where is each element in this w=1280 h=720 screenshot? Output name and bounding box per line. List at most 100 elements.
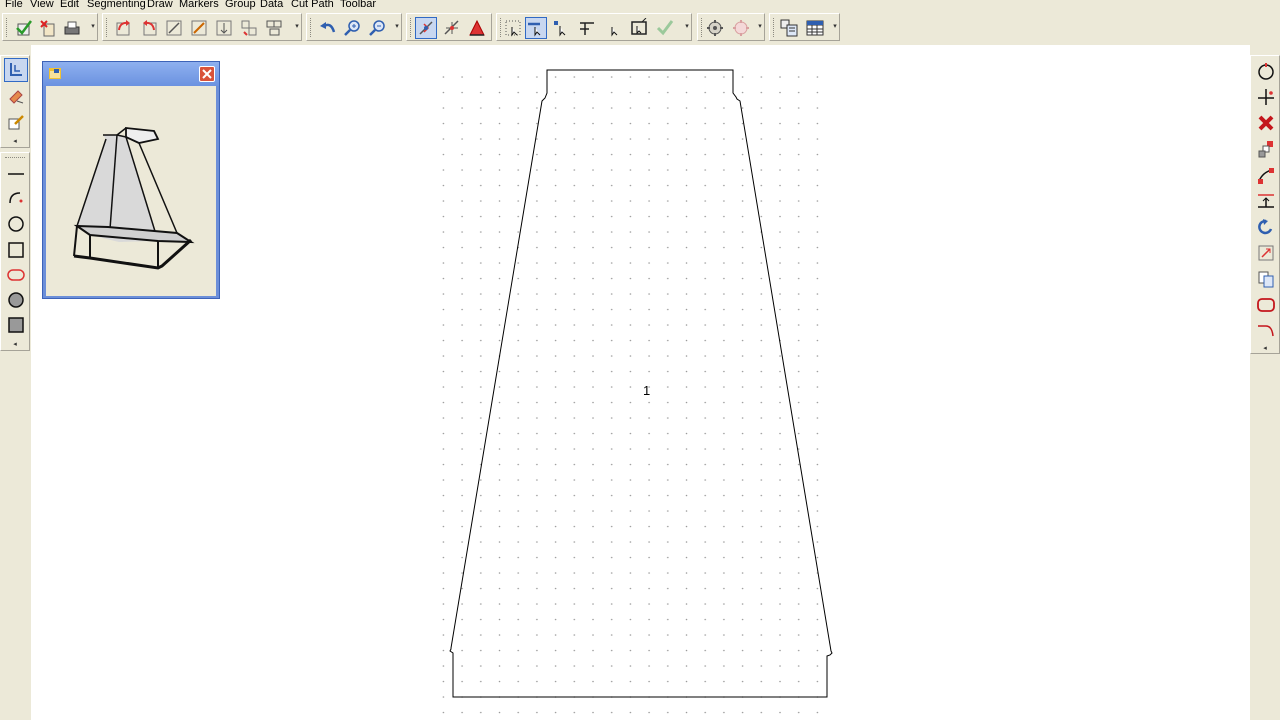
toolbar-overflow-chevron[interactable]: ◂	[1, 341, 29, 349]
toolbar-grip[interactable]	[6, 18, 9, 37]
align-button[interactable]	[213, 17, 235, 39]
toolbar-overflow-chevron[interactable]: ▾	[293, 16, 301, 38]
rectangle-tool-button[interactable]	[4, 238, 28, 262]
add-point-button[interactable]	[466, 17, 488, 39]
delete-button[interactable]	[1254, 111, 1278, 135]
select-node-button[interactable]	[551, 17, 573, 39]
3d-preview-model	[73, 126, 195, 270]
line-tool-button[interactable]	[4, 161, 28, 185]
rotate-button[interactable]	[1254, 215, 1278, 239]
piece-number-label: 1	[643, 383, 651, 398]
toolbar-overflow-chevron[interactable]: ▾	[89, 16, 97, 38]
crosshair-icon	[1258, 89, 1274, 105]
align-top-button[interactable]	[1254, 189, 1278, 213]
zoom-in-button[interactable]	[342, 17, 364, 39]
move-point-button[interactable]	[441, 17, 463, 39]
toolbar-overflow-chevron[interactable]: ▾	[683, 16, 691, 38]
circle-tool-button[interactable]	[4, 212, 28, 236]
round-rect-button[interactable]	[1254, 293, 1278, 317]
resize-icon	[1258, 245, 1274, 261]
scale-button[interactable]	[163, 17, 185, 39]
add-point-icon	[469, 19, 485, 36]
settings-disabled-button[interactable]	[730, 17, 752, 39]
select-point-button[interactable]	[415, 17, 437, 39]
curve-edit-button[interactable]	[1254, 163, 1278, 187]
settings-disabled-icon	[733, 20, 749, 36]
line-corner-button[interactable]	[1254, 319, 1278, 343]
save-check-button[interactable]	[13, 17, 35, 39]
rounded-rect-tool-button[interactable]	[4, 263, 28, 287]
arc-tool-button[interactable]	[4, 186, 28, 210]
toolbar-overflow-chevron[interactable]: ◂	[1251, 345, 1279, 353]
layout-button[interactable]	[778, 17, 800, 39]
accept-button[interactable]	[654, 17, 676, 39]
menu-edit[interactable]: Edit	[60, 0, 79, 11]
zoom-out-button[interactable]	[367, 17, 389, 39]
undo-icon	[320, 22, 336, 33]
toolbar-grip[interactable]	[410, 18, 413, 37]
toolbar-overflow-chevron[interactable]: ◂	[1, 138, 29, 146]
line-corner-icon	[1258, 325, 1274, 337]
toolbar-grip[interactable]	[773, 18, 776, 37]
close-file-button[interactable]	[37, 17, 59, 39]
menu-draw[interactable]: Draw	[147, 0, 173, 11]
select-segment-button[interactable]	[525, 17, 547, 39]
zoom-out-icon	[369, 20, 385, 36]
settings-icon	[707, 20, 723, 36]
accept-icon	[656, 20, 674, 36]
window-icon	[49, 68, 61, 79]
eraser-button[interactable]	[4, 84, 28, 108]
menu-group[interactable]: Group	[225, 0, 256, 11]
preview-title-bar[interactable]	[43, 62, 219, 86]
filled-circle-tool-button[interactable]	[4, 288, 28, 312]
menu-view[interactable]: View	[30, 0, 54, 11]
main-toolbar: ▾ ▾ ▾ ▾ ▾ ▾	[0, 11, 1280, 43]
toolbar-group-settings: ▾	[697, 13, 765, 41]
stretch-icon	[191, 20, 207, 36]
close-button[interactable]	[199, 66, 215, 82]
menu-segmenting[interactable]: Segmenting	[87, 0, 146, 11]
rounded-rect-icon	[7, 269, 25, 281]
toolbar-overflow-chevron[interactable]: ▾	[831, 16, 839, 38]
select-box-button[interactable]	[628, 17, 650, 39]
toolbar-grip[interactable]	[106, 18, 109, 37]
rotate-left-button[interactable]	[138, 17, 160, 39]
edit-button[interactable]	[4, 110, 28, 134]
duplicate-icon	[1258, 271, 1274, 288]
snap-icon	[580, 22, 594, 35]
toolbar-grip[interactable]	[5, 157, 25, 160]
curve-edit-icon	[1258, 168, 1274, 184]
3d-preview-window[interactable]	[42, 61, 220, 299]
grid-icon	[806, 20, 824, 36]
select-all-icon	[505, 20, 521, 37]
right-toolbar-edit: ◂	[1250, 55, 1280, 354]
stretch-button[interactable]	[188, 17, 210, 39]
menu-data[interactable]: Data	[260, 0, 283, 11]
filled-rect-tool-button[interactable]	[4, 313, 28, 337]
resize-button[interactable]	[1254, 241, 1278, 265]
select-arrow-button[interactable]	[603, 17, 625, 39]
node-edit-button[interactable]	[1254, 137, 1278, 161]
toolbar-overflow-chevron[interactable]: ▾	[756, 16, 764, 38]
snap-button[interactable]	[576, 17, 598, 39]
toolbar-grip[interactable]	[310, 18, 313, 37]
duplicate-button[interactable]	[1254, 267, 1278, 291]
menu-file[interactable]: File	[5, 0, 23, 11]
undo-button[interactable]	[317, 17, 339, 39]
menu-markers[interactable]: Markers	[179, 0, 219, 11]
select-point-icon	[419, 21, 433, 35]
left-toolbar-markers: ◂	[0, 55, 30, 148]
circle-select-button[interactable]	[1254, 59, 1278, 83]
print-button[interactable]	[61, 17, 83, 39]
marker-tool-button[interactable]	[4, 58, 28, 82]
menu-toolbar[interactable]: Toolbar	[340, 0, 376, 11]
mirror-button[interactable]	[238, 17, 260, 39]
rotate-right-button[interactable]	[113, 17, 135, 39]
settings-button[interactable]	[704, 17, 726, 39]
toolbar-overflow-chevron[interactable]: ▾	[393, 16, 401, 38]
crosshair-button[interactable]	[1254, 85, 1278, 109]
grid-button[interactable]	[804, 17, 826, 39]
select-all-button[interactable]	[502, 17, 524, 39]
menu-cut-path[interactable]: Cut Path	[291, 0, 334, 11]
group-button[interactable]	[263, 17, 285, 39]
